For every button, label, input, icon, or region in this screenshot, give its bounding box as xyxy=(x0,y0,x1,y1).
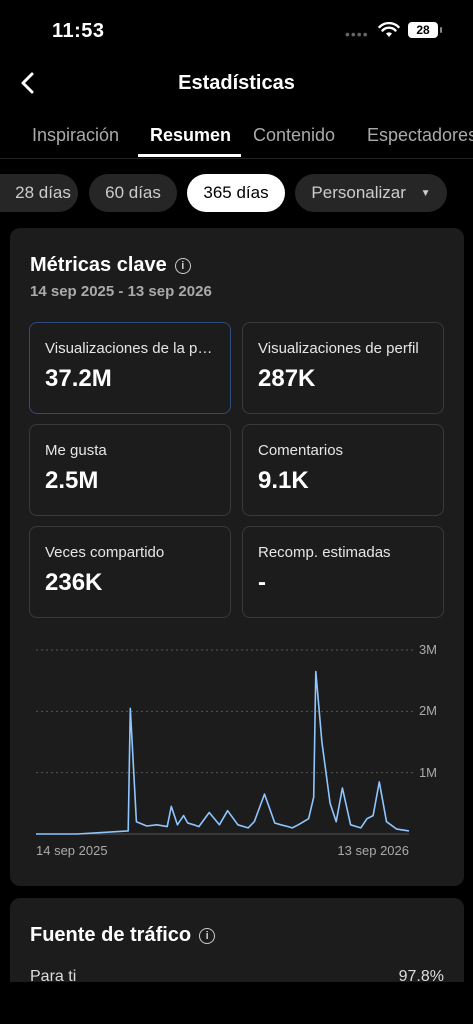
dropdown-caret-icon: ▼ xyxy=(420,188,431,199)
active-tab-indicator xyxy=(138,154,241,157)
bottom-bar xyxy=(0,982,473,1024)
views-line-chart: 3M 2M 1M 14 sep 2025 13 sep 2026 xyxy=(36,642,437,858)
metric-tile-shares[interactable]: Veces compartido 236K xyxy=(29,526,231,618)
tab-inspiracion[interactable]: Inspiración xyxy=(32,125,119,146)
wifi-icon xyxy=(378,22,400,37)
metric-value: 37.2M xyxy=(45,365,112,392)
date-range: 14 sep 2025 - 13 sep 2026 xyxy=(30,283,212,300)
x-tick-label: 14 sep 2025 xyxy=(36,843,108,858)
metric-label: Comentarios xyxy=(258,442,344,459)
filter-custom[interactable]: Personalizar ▼ xyxy=(295,174,447,212)
y-tick-label: 3M xyxy=(419,642,437,657)
metric-label: Recomp. estimadas xyxy=(258,544,391,561)
date-filter-chips: 28 días 60 días 365 días Personalizar ▼ xyxy=(0,174,473,214)
filter-custom-label: Personalizar xyxy=(311,183,406,202)
metric-label: Me gusta xyxy=(45,442,107,459)
tab-espectadores[interactable]: Espectadores xyxy=(367,125,473,146)
y-tick-label: 2M xyxy=(419,703,437,718)
metric-value: 2.5M xyxy=(45,467,99,494)
battery-icon: 28 xyxy=(408,22,442,38)
key-metrics-title-text: Métricas clave xyxy=(30,254,167,276)
status-bar: 11:53 •••• 28 xyxy=(0,0,473,60)
metric-label: Visualizaciones de la publicación xyxy=(45,340,220,357)
filter-28-days[interactable]: 28 días xyxy=(0,174,78,212)
nav-bar: Estadísticas xyxy=(0,62,473,106)
info-icon[interactable]: i xyxy=(174,258,191,274)
metric-value: 9.1K xyxy=(258,467,309,494)
x-tick-label: 13 sep 2026 xyxy=(337,843,409,858)
metric-value: 236K xyxy=(45,569,103,596)
y-tick-label: 1M xyxy=(419,765,437,780)
tab-resumen[interactable]: Resumen xyxy=(150,125,231,146)
filter-365-days[interactable]: 365 días xyxy=(187,174,285,212)
traffic-source-title-text: Fuente de tráfico xyxy=(30,924,192,946)
metric-label: Visualizaciones de perfil xyxy=(258,340,419,357)
series-line xyxy=(36,670,410,835)
metric-tile-likes[interactable]: Me gusta 2.5M xyxy=(29,424,231,516)
key-metrics-title: Métricas clave i xyxy=(30,254,191,277)
key-metrics-card: Métricas clave i 14 sep 2025 - 13 sep 202… xyxy=(10,228,464,886)
metric-tile-profile-views[interactable]: Visualizaciones de perfil 287K xyxy=(242,322,444,414)
metric-tile-post-views[interactable]: Visualizaciones de la publicación 37.2M xyxy=(29,322,231,414)
filter-28-days-label: 28 días xyxy=(15,183,71,202)
info-icon[interactable]: i xyxy=(199,928,216,944)
metric-tile-estimated-rewards[interactable]: Recomp. estimadas - xyxy=(242,526,444,618)
metric-label: Veces compartido xyxy=(45,544,165,561)
filter-60-days[interactable]: 60 días xyxy=(89,174,177,212)
page-title: Estadísticas xyxy=(178,72,295,94)
metric-tile-comments[interactable]: Comentarios 9.1K xyxy=(242,424,444,516)
traffic-source-title: Fuente de tráfico i xyxy=(30,924,216,947)
metric-value: 287K xyxy=(258,365,316,392)
status-time: 11:53 xyxy=(52,20,105,42)
cellular-signal-icon: •••• xyxy=(345,26,369,42)
tab-contenido[interactable]: Contenido xyxy=(253,125,335,146)
metric-value: - xyxy=(258,569,266,596)
